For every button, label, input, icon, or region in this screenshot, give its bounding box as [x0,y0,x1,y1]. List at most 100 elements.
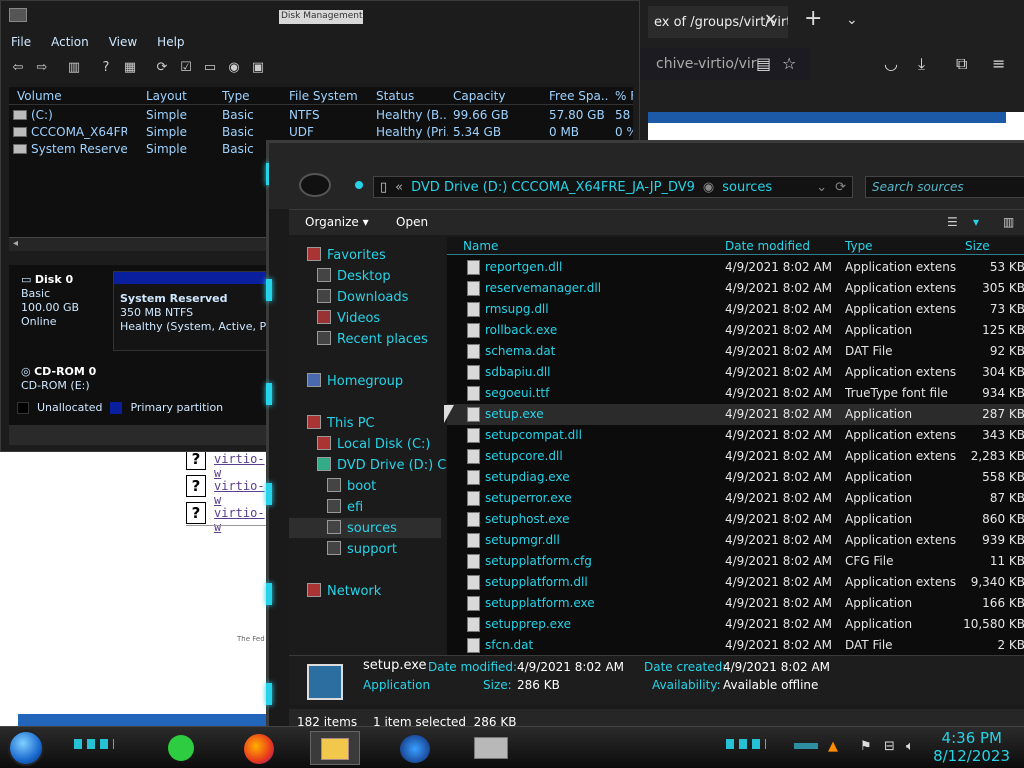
new-tab-button[interactable]: + [804,6,822,31]
start-orb-button[interactable] [8,730,44,766]
nav-downloads[interactable]: Downloads [317,289,408,305]
nav-efi[interactable]: efi [327,499,363,515]
file-row[interactable]: setupprep.exe 4/9/2021 8:02 AM Application… [447,614,1024,635]
show-hide-tree-icon[interactable]: ▥ [65,59,83,77]
menu-view[interactable]: View [109,35,137,53]
column-size[interactable]: Size [965,239,990,253]
nav-support[interactable]: support [327,541,397,557]
volume-row[interactable]: CCCOMA_X64FRE_... Simple Basic UDF Healthy (… [9,124,633,141]
refresh-icon[interactable]: ⟳ [153,59,171,77]
file-row[interactable]: reservemanager.dll 4/9/2021 8:02 AM Applic… [447,278,1024,299]
file-row[interactable]: setupplatform.dll 4/9/2021 8:02 AM Applica… [447,572,1024,593]
file-row[interactable]: setuphost.exe 4/9/2021 8:02 AM Application… [447,509,1024,530]
file-row[interactable]: sfcn.dat 4/9/2021 8:02 AM DAT File 2 KB [447,635,1024,655]
internet-download-manager-icon[interactable] [390,731,440,765]
help-icon[interactable]: ? [97,59,115,77]
column-volume[interactable]: Volume [17,89,62,103]
search-disk-icon[interactable]: ◉ [225,59,243,77]
firefox-icon[interactable] [234,731,284,765]
column-type[interactable]: Type [222,89,250,103]
column-status[interactable]: Status [376,89,414,103]
pocket-icon[interactable]: ◡ [884,54,898,73]
file-row[interactable]: rollback.exe 4/9/2021 8:02 AM Application 1… [447,320,1024,341]
file-link[interactable]: virtio-w [214,452,265,480]
file-link[interactable]: virtio-w [214,479,265,507]
menu-file[interactable]: File [11,35,31,53]
nav-desktop[interactable]: Desktop [317,268,391,284]
disk-management-icon[interactable] [466,731,516,765]
breadcrumb-sources[interactable]: sources [722,180,772,195]
cdrom-label[interactable]: ◎ CD-ROM 0 CD-ROM (E:) [21,365,96,393]
address-dropdown-icon[interactable]: ⌄ [816,180,827,195]
back-forward-orb-icon[interactable] [299,173,331,197]
nav-recent-places[interactable]: Recent places [317,331,428,347]
nav-network[interactable]: Network [307,583,381,599]
menu-action[interactable]: Action [51,35,89,53]
view-options-icon[interactable]: ☰ [947,215,958,229]
organize-button[interactable]: Organize ▾ [305,215,369,229]
menu-icon[interactable]: ≡ [992,54,1005,73]
view-dropdown-icon[interactable]: ▾ [973,215,979,229]
volume-row[interactable]: (C:) Simple Basic NTFS Healthy (B... 99.66 GB… [9,107,633,124]
file-row[interactable]: setupdiag.exe 4/9/2021 8:02 AM Application… [447,467,1024,488]
bookmark-star-icon[interactable]: ☆ [782,54,796,73]
tab-list-chevron-icon[interactable]: ⌄ [846,12,858,28]
file-row[interactable]: setupplatform.cfg 4/9/2021 8:02 AM CFG Fil… [447,551,1024,572]
file-row[interactable]: rmsupg.dll 4/9/2021 8:02 AM Application ex… [447,299,1024,320]
preview-pane-icon[interactable]: ▥ [1003,215,1014,229]
properties-icon[interactable]: ▦ [121,59,139,77]
file-explorer-icon[interactable] [310,731,360,765]
volume-icon[interactable]: 🔈︎ [906,739,914,754]
window-system-icon[interactable] [9,8,27,22]
file-row[interactable]: schema.dat 4/9/2021 8:02 AM DAT File 92 KB [447,341,1024,362]
column-name[interactable]: Name [463,239,498,253]
file-row[interactable]: setup.exe 4/9/2021 8:02 AM Application 287 … [447,404,1024,425]
refresh-icon[interactable]: ⟳ [835,180,846,195]
back-arrow-icon[interactable]: ⇦ [9,59,27,77]
nav-local-disk[interactable]: Local Disk (C:) [317,436,430,452]
extensions-icon[interactable]: ⧉ [956,54,967,74]
clock-date[interactable]: 8/12/2023 [928,747,1010,765]
partition-system-reserved[interactable]: System Reserved 350 MB NTFS Healthy (Sys… [113,271,302,351]
file-row[interactable]: sdbapiu.dll 4/9/2021 8:02 AM Application e… [447,362,1024,383]
download-icon[interactable]: ⤓ [918,54,925,74]
settings-grid-icon[interactable]: ▣ [249,59,267,77]
menu-help[interactable]: Help [157,35,184,53]
column-free-space[interactable]: Free Spa... [549,89,609,103]
tray-app-icon[interactable]: ▲ [828,739,838,754]
nav-this-pc[interactable]: This PC [307,415,375,431]
address-bar[interactable]: ▯ « DVD Drive (D:) CCCOMA_X64FRE_JA-JP_D… [373,176,853,198]
file-row[interactable]: reportgen.dll 4/9/2021 8:02 AM Application… [447,257,1024,278]
file-row[interactable]: segoeui.ttf 4/9/2021 8:02 AM TrueType font… [447,383,1024,404]
disk0-label[interactable]: ▭ Disk 0 Basic 100.00 GB Online [21,273,79,329]
file-row[interactable]: setupcompat.dll 4/9/2021 8:02 AM Applicati… [447,425,1024,446]
column-date-modified[interactable]: Date modified [725,239,810,253]
nav-sources[interactable]: sources [289,518,441,538]
column-file-system[interactable]: File System [289,89,358,103]
checklist-icon[interactable]: ☑ [177,59,195,77]
tab-close-icon[interactable]: ✕ [764,10,777,29]
folder-icon[interactable]: ▭ [201,59,219,77]
notes-app-icon[interactable] [156,731,206,765]
column-type[interactable]: Type [845,239,873,253]
breadcrumb-separator-icon[interactable]: ◉ [703,180,714,195]
file-row[interactable]: setupmgr.dll 4/9/2021 8:02 AM Application … [447,530,1024,551]
file-row[interactable]: setupplatform.exe 4/9/2021 8:02 AM Applica… [447,593,1024,614]
column-percent-free[interactable]: % F [615,89,633,103]
file-row[interactable]: setupcore.dll 4/9/2021 8:02 AM Application… [447,446,1024,467]
recent-pages-icon[interactable] [355,181,363,189]
column-capacity[interactable]: Capacity [453,89,505,103]
nav-dvd-drive[interactable]: DVD Drive (D:) CC [317,457,455,473]
breadcrumb-chevron-icon[interactable]: « [395,180,403,195]
network-tray-icon[interactable]: ⊟ [884,739,895,754]
reader-icon[interactable]: ▤ [756,54,771,73]
flag-icon[interactable]: ⚑ [860,739,872,754]
nav-boot[interactable]: boot [327,478,376,494]
breadcrumb-dvd-drive[interactable]: DVD Drive (D:) CCCOMA_X64FRE_JA-JP_DV9 [411,180,695,195]
clock-time[interactable]: 4:36 PM [928,729,1002,747]
scroll-left-icon[interactable]: ◂ [13,238,18,249]
file-row[interactable]: setuperror.exe 4/9/2021 8:02 AM Applicatio… [447,488,1024,509]
forward-arrow-icon[interactable]: ⇨ [33,59,51,77]
column-layout[interactable]: Layout [146,89,187,103]
nav-videos[interactable]: Videos [317,310,380,326]
